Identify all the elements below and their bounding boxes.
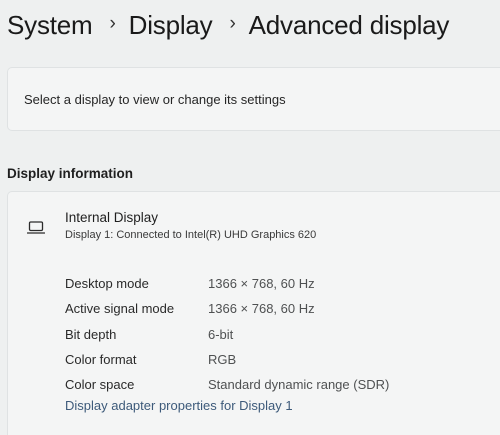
property-label: Desktop mode	[65, 276, 149, 292]
property-row-active-signal-mode: Active signal mode 1366 × 768, 60 Hz	[65, 296, 389, 321]
property-row-color-format: Color format RGB	[65, 347, 389, 372]
property-row-bit-depth: Bit depth 6-bit	[65, 322, 389, 347]
property-label: Color format	[65, 352, 137, 368]
breadcrumb-item-system[interactable]: System	[7, 10, 93, 41]
display-adapter-properties-link[interactable]: Display adapter properties for Display 1	[65, 398, 293, 413]
display-properties: Desktop mode 1366 × 768, 60 Hz Active si…	[65, 271, 389, 397]
property-value: Standard dynamic range (SDR)	[208, 377, 390, 393]
breadcrumb-item-display[interactable]: Display	[129, 10, 213, 41]
property-row-desktop-mode: Desktop mode 1366 × 768, 60 Hz	[65, 271, 389, 296]
display-name: Internal Display	[65, 210, 159, 225]
breadcrumb-chevron-icon: ›	[109, 12, 116, 34]
select-display-label: Select a display to view or change its s…	[24, 92, 286, 107]
display-information-card: Internal Display Display 1: Connected to…	[7, 191, 500, 435]
property-value: 1366 × 768, 60 Hz	[208, 301, 315, 317]
property-label: Color space	[65, 377, 135, 393]
property-label: Active signal mode	[65, 301, 175, 317]
page-title: Advanced display	[248, 10, 450, 40]
monitor-icon	[27, 221, 45, 234]
display-connection-info: Display 1: Connected to Intel(R) UHD Gra…	[65, 229, 317, 241]
property-row-color-space: Color space Standard dynamic range (SDR)	[65, 372, 389, 397]
property-value: 1366 × 768, 60 Hz	[208, 276, 315, 292]
breadcrumb-chevron-icon: ›	[229, 12, 236, 34]
section-title: Display information	[7, 166, 134, 181]
property-value: 6-bit	[208, 326, 234, 342]
property-label: Bit depth	[65, 326, 117, 342]
breadcrumb: System › Display › Advanced display	[7, 10, 449, 41]
select-display-card[interactable]: Select a display to view or change its s…	[7, 67, 500, 131]
property-value: RGB	[208, 352, 237, 368]
